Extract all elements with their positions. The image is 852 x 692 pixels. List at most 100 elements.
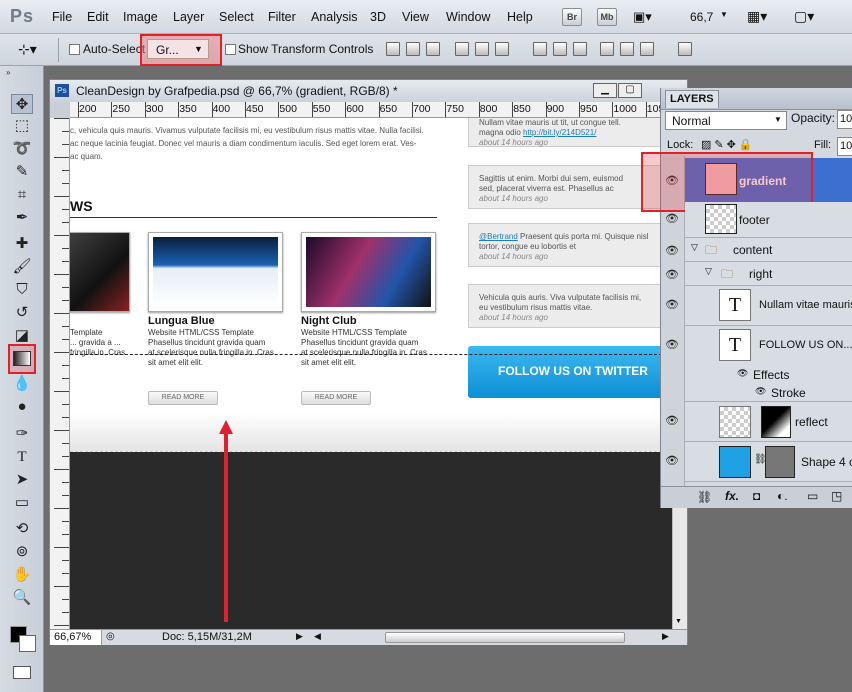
auto-align-icon[interactable] [678,42,692,56]
quick-mask-icon[interactable] [13,666,31,679]
scroll-right-icon[interactable]: ▶ [662,631,669,642]
menu-layer[interactable]: Layer [173,10,204,24]
menu-filter[interactable]: Filter [268,10,296,24]
template-thumbnail[interactable] [301,232,436,312]
layer-row-text[interactable]: T Nullam vitae mauris [685,286,852,326]
crop-tool-icon[interactable]: ⌗ [11,185,33,205]
screen-mode-icon[interactable]: ▢▾ [794,8,814,25]
document-tab[interactable]: Ps CleanDesign by Grafpedia.psd @ 66,7% … [50,80,687,102]
eye-icon[interactable]: 👁 [665,268,679,281]
move-tool-icon[interactable]: ✥ [11,94,33,114]
menu-help[interactable]: Help [507,10,533,24]
gradient-tool-icon[interactable] [13,351,31,366]
menu-file[interactable]: File [52,10,72,24]
scroll-left-icon[interactable]: ◀ [314,631,321,642]
status-info-icon[interactable]: ◎ [106,631,115,642]
layer-stroke-row[interactable]: 👁 Stroke [685,384,852,402]
brush-tool-icon[interactable]: 🖌 [11,257,33,277]
link-layers-icon[interactable]: ⛓ [697,490,712,504]
auto-select-checkbox[interactable] [69,44,80,55]
template-thumbnail[interactable] [148,232,283,312]
background-color-swatch[interactable] [19,635,36,652]
status-menu-icon[interactable]: ▶ [296,631,303,642]
read-more-button[interactable]: READ MORE [301,391,371,405]
healing-brush-tool-icon[interactable]: ✚ [11,234,33,254]
chevron-down-icon[interactable]: ▽ [705,266,712,277]
lock-icons[interactable]: ▨✎✥🔒 [701,138,756,151]
arrange-documents-icon[interactable]: ▦▾ [747,8,767,25]
eyedropper-tool-icon[interactable]: ✒ [11,208,33,228]
menu-image[interactable]: Image [123,10,158,24]
menu-3d[interactable]: 3D [370,10,386,24]
eye-icon[interactable]: 👁 [665,414,679,427]
tweet-link[interactable]: @Bertrand [479,232,518,241]
scroll-down-icon[interactable]: ▼ [675,618,682,625]
layer-row-footer[interactable]: footer [685,202,852,238]
opacity-input[interactable]: 10 [837,110,852,129]
bridge-button[interactable]: Br [562,8,582,26]
show-transform-checkbox[interactable] [225,44,236,55]
align-top-icon[interactable] [386,42,400,56]
eraser-tool-icon[interactable]: ◪ [11,326,33,346]
history-brush-tool-icon[interactable]: ↺ [11,303,33,323]
chevron-down-icon[interactable]: ▽ [691,242,698,253]
distribute-top-icon[interactable] [533,42,547,56]
pen-tool-icon[interactable]: ✑ [11,424,33,444]
eye-icon[interactable]: 👁 [665,298,679,311]
align-vcenter-icon[interactable] [406,42,420,56]
auto-select-dropdown[interactable]: Gr... ▼ [147,39,209,59]
mini-bridge-button[interactable]: Mb [597,8,617,26]
lasso-tool-icon[interactable]: ➰ [11,139,33,159]
shape-tool-icon[interactable]: ▭ [11,493,33,513]
layer-effects-row[interactable]: 👁 Effects [685,366,852,384]
add-mask-icon[interactable]: ◘ [753,489,760,503]
tweet-link[interactable]: http://bit.ly/214D521/ [523,128,596,137]
maximize-button[interactable]: ▢ [618,83,642,98]
type-tool-icon[interactable]: T [11,447,33,467]
new-group-icon[interactable]: ▭ [807,489,818,503]
tab-layers[interactable]: LAYERS [665,90,719,108]
blend-mode-dropdown[interactable]: Normal ▼ [665,111,787,130]
zoom-tool-icon[interactable]: 🔍 [11,588,33,608]
zoom-dropdown-icon[interactable]: ▼ [720,10,728,19]
layer-row-text[interactable]: T FOLLOW US ON... [685,326,852,366]
menu-select[interactable]: Select [219,10,254,24]
menu-window[interactable]: Window [446,10,490,24]
canvas[interactable]: c, vehicula quis mauris. Vivamus vulputa… [70,118,672,630]
eye-icon[interactable]: 👁 [665,454,679,467]
horizontal-scroll-thumb[interactable] [385,632,625,643]
menu-analysis[interactable]: Analysis [311,10,358,24]
menu-view[interactable]: View [402,10,429,24]
layer-group-content[interactable]: ▽ 🗀 content [685,238,852,262]
distribute-hcenter-icon[interactable] [620,42,634,56]
eye-icon[interactable]: 👁 [665,212,679,225]
eye-icon[interactable]: 👁 [665,244,679,257]
distribute-right-icon[interactable] [640,42,654,56]
align-right-icon[interactable] [495,42,509,56]
align-left-icon[interactable] [455,42,469,56]
read-more-button[interactable]: READ MORE [148,391,218,405]
template-thumbnail[interactable] [70,232,130,312]
layer-row-shape[interactable]: ⛓ Shape 4 co [685,442,852,482]
eye-icon[interactable]: 👁 [665,338,679,351]
zoom-field[interactable]: 66,67% [50,630,102,645]
adjustment-layer-icon[interactable]: ◐. [777,489,788,503]
minimize-button[interactable]: ▁ [593,83,617,98]
3d-orbit-tool-icon[interactable]: ⊚ [11,542,33,562]
new-layer-icon[interactable]: ◳ [831,489,842,503]
view-extras-icon[interactable]: ▣▾ [633,9,652,25]
marquee-tool-icon[interactable]: ⬚ [11,116,33,136]
fx-icon[interactable]: fx. [725,489,739,503]
clone-stamp-tool-icon[interactable]: ⛉ [11,280,33,300]
eye-icon[interactable]: 👁 [737,368,748,379]
zoom-level[interactable]: 66,7 [690,10,713,24]
distribute-vcenter-icon[interactable] [553,42,567,56]
fill-input[interactable]: 10 [837,137,852,156]
quick-select-tool-icon[interactable]: ✎ [11,162,33,182]
blur-tool-icon[interactable]: 💧 [11,374,33,394]
hand-tool-icon[interactable]: ✋ [11,565,33,585]
3d-rotate-tool-icon[interactable]: ⟲ [11,519,33,539]
align-bottom-icon[interactable] [426,42,440,56]
dodge-tool-icon[interactable]: ● [11,397,33,417]
layer-group-right[interactable]: ▽ 🗀 right [685,262,852,286]
